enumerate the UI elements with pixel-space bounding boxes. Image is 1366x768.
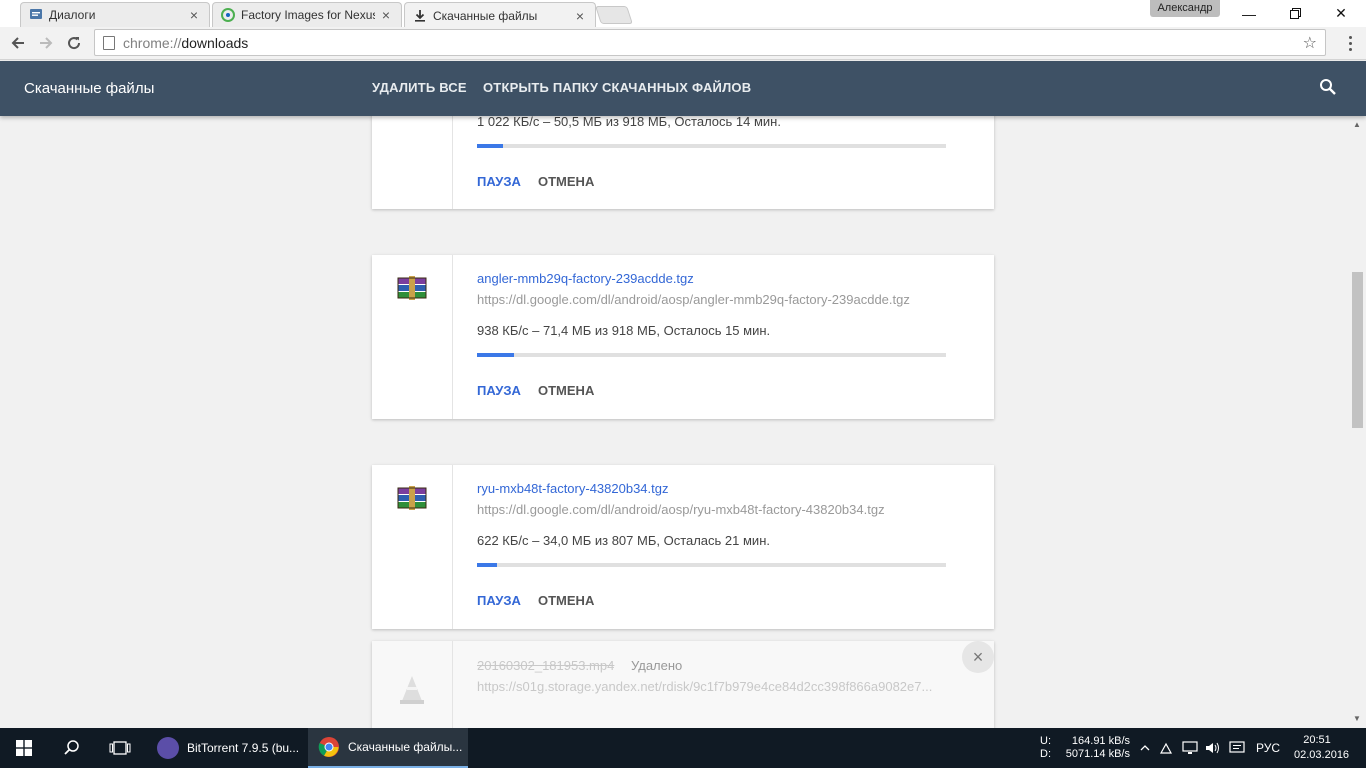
winrar-archive-icon [396, 485, 428, 511]
upload-speed: 164.91 kB/s [1071, 735, 1130, 747]
new-tab-button[interactable] [595, 6, 633, 24]
system-clock[interactable]: 20:51 02.03.2016 [1294, 733, 1350, 763]
scroll-up-arrow-icon[interactable]: ▲ [1353, 120, 1361, 129]
progress-fill [477, 353, 514, 357]
clock-time: 20:51 [1303, 734, 1331, 746]
reload-icon[interactable] [62, 31, 86, 55]
keyboard-icon[interactable] [1157, 728, 1175, 768]
tab-strip: Диалоги × Factory Images for Nexus × Ска… [0, 0, 1366, 28]
close-icon[interactable]: × [573, 8, 587, 24]
taskbar-app-bittorrent[interactable]: BitTorrent 7.9.5 (bu... [147, 728, 304, 768]
windows-taskbar: BitTorrent 7.9.5 (bu... Скачанные файлы.… [0, 728, 1366, 768]
task-view-icon[interactable] [96, 728, 144, 768]
minimize-icon[interactable]: — [1226, 0, 1272, 27]
pause-button[interactable]: ПАУЗА [477, 383, 521, 398]
file-icon-column [372, 116, 453, 209]
volume-icon[interactable] [1204, 728, 1222, 768]
forward-icon[interactable] [34, 31, 58, 55]
taskbar-app-chrome[interactable]: Скачанные файлы... [308, 728, 468, 768]
download-status: 938 КБ/с – 71,4 МБ из 918 МБ, Осталось 1… [477, 323, 771, 338]
tab-dialogs[interactable]: Диалоги × [20, 2, 210, 27]
download-item-removed: 20160302_181953.mp4 Удалено https://s01g… [372, 641, 994, 728]
restore-icon[interactable] [1272, 0, 1318, 27]
scrollbar-thumb[interactable] [1352, 272, 1363, 428]
clear-all-button[interactable]: УДАЛИТЬ ВСЕ [372, 80, 467, 95]
clock-date: 02.03.2016 [1294, 749, 1350, 761]
scroll-down-arrow-icon[interactable]: ▼ [1353, 714, 1361, 723]
show-hidden-icons-icon[interactable] [1137, 728, 1153, 768]
bittorrent-icon [157, 737, 179, 759]
taskbar-app-label: BitTorrent 7.9.5 (bu... [187, 741, 300, 755]
tab-downloads[interactable]: Скачанные файлы × [404, 2, 596, 28]
download-status: 1 022 КБ/с – 50,5 МБ из 918 МБ, Осталось… [477, 116, 781, 129]
downloads-header: Скачанные файлы УДАЛИТЬ ВСЕ ОТКРЫТЬ ПАПК… [0, 61, 1366, 116]
download-status: 622 КБ/с – 34,0 МБ из 807 МБ, Осталась 2… [477, 533, 770, 548]
source-url-link[interactable]: https://s01g.storage.yandex.net/rdisk/9c… [477, 679, 932, 694]
cancel-button[interactable]: ОТМЕНА [538, 174, 594, 189]
network-icon[interactable] [1180, 728, 1200, 768]
progress-bar [477, 353, 946, 357]
source-url-link[interactable]: https://dl.google.com/dl/android/aosp/ry… [477, 502, 885, 517]
pause-button[interactable]: ПАУЗА [477, 593, 521, 608]
downloads-list: 1 022 КБ/с – 50,5 МБ из 918 МБ, Осталось… [0, 116, 1350, 728]
browser-toolbar: chrome://downloads ☆ [0, 27, 1366, 60]
chrome-icon [318, 736, 340, 758]
address-bar[interactable]: chrome://downloads ☆ [94, 29, 1326, 56]
file-name-link: 20160302_181953.mp4 [477, 658, 615, 673]
download-item: ryu-mxb48t-factory-43820b34.tgz https://… [372, 465, 994, 629]
page-title: Скачанные файлы [24, 80, 155, 97]
file-icon-column [372, 465, 453, 629]
search-icon[interactable] [48, 728, 96, 768]
windows-start-icon[interactable] [0, 728, 48, 768]
url-host: downloads [181, 34, 249, 51]
profile-button[interactable]: Александр [1150, 0, 1220, 17]
download-item: angler-mmb29q-factory-239acdde.tgz https… [372, 255, 994, 419]
bookmark-star-icon[interactable]: ☆ [1303, 33, 1317, 53]
winrar-archive-icon [396, 275, 428, 301]
close-icon[interactable]: × [187, 7, 201, 23]
cancel-button[interactable]: ОТМЕНА [538, 593, 594, 608]
open-downloads-folder-button[interactable]: ОТКРЫТЬ ПАПКУ СКАЧАННЫХ ФАЙЛОВ [483, 80, 751, 95]
close-window-icon[interactable]: ✕ [1318, 0, 1364, 27]
network-monitor: U: 164.91 kB/s D: 5071.14 kB/s [1040, 735, 1130, 761]
download-speed: 5071.14 kB/s [1065, 748, 1130, 760]
search-icon[interactable] [1318, 77, 1338, 97]
cancel-button[interactable]: ОТМЕНА [538, 383, 594, 398]
url-scheme: chrome:// [123, 34, 182, 51]
taskbar-app-label: Скачанные файлы... [348, 740, 463, 754]
download-icon [413, 9, 427, 23]
tab-label: Диалоги [49, 8, 96, 22]
progress-bar [477, 563, 946, 567]
removed-label: Удалено [631, 658, 683, 673]
source-url-link[interactable]: https://dl.google.com/dl/android/aosp/an… [477, 292, 910, 307]
progress-fill [477, 144, 503, 148]
back-icon[interactable] [6, 31, 30, 55]
upload-label: U: [1040, 735, 1051, 747]
notifications-icon[interactable] [1227, 728, 1247, 768]
file-name-link[interactable]: ryu-mxb48t-factory-43820b34.tgz [477, 481, 668, 496]
tab-label: Factory Images for Nexus [241, 8, 375, 22]
file-icon-column [372, 641, 453, 728]
download-item: 1 022 КБ/с – 50,5 МБ из 918 МБ, Осталось… [372, 116, 994, 209]
chrome-menu-icon[interactable] [1342, 31, 1358, 55]
vlc-cone-icon [398, 675, 430, 704]
vertical-scrollbar[interactable]: ▲ ▼ [1350, 116, 1366, 728]
page-icon [103, 35, 115, 50]
progress-bar [477, 144, 946, 148]
close-icon[interactable]: × [379, 7, 393, 23]
chat-icon [29, 8, 43, 22]
file-icon-column [372, 255, 453, 419]
tab-factory-images[interactable]: Factory Images for Nexus × [212, 2, 402, 27]
remove-from-list-icon[interactable]: × [962, 641, 994, 673]
pause-button[interactable]: ПАУЗА [477, 174, 521, 189]
language-indicator[interactable]: РУС [1256, 728, 1280, 768]
android-icon [221, 8, 235, 22]
tab-label: Скачанные файлы [433, 8, 538, 23]
download-label: D: [1040, 748, 1051, 760]
file-name-link[interactable]: angler-mmb29q-factory-239acdde.tgz [477, 271, 694, 286]
progress-fill [477, 563, 497, 567]
